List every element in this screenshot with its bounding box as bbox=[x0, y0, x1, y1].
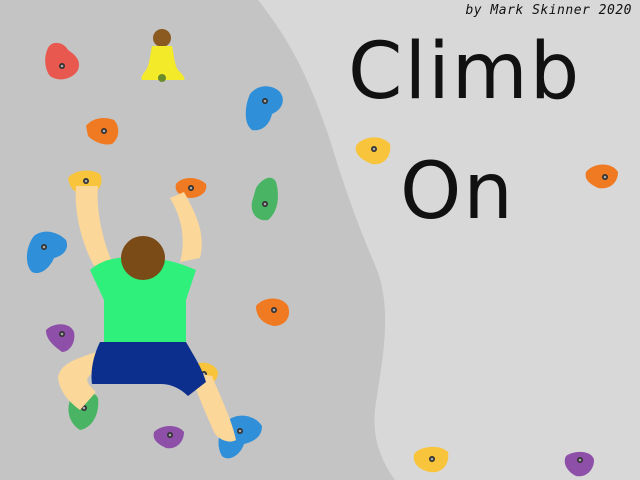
climber-head bbox=[121, 236, 165, 280]
author-credit: by Mark Skinner 2020 bbox=[465, 3, 632, 18]
game-scene: by Mark Skinner 2020 Climb On bbox=[0, 0, 640, 480]
title-line-2: On bbox=[400, 147, 515, 237]
title-line-1: Climb bbox=[348, 27, 582, 117]
game-title: Climb On bbox=[340, 22, 620, 242]
